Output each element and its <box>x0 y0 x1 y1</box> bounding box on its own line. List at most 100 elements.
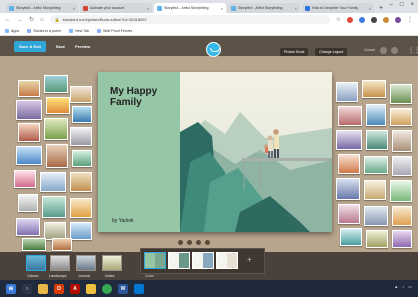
close-tab-icon[interactable]: × <box>221 6 223 11</box>
reload-icon[interactable]: ↻ <box>29 16 34 23</box>
cover-illustration[interactable] <box>180 72 332 232</box>
art-thumbnail[interactable] <box>364 156 388 174</box>
layout-landscape[interactable] <box>50 255 70 271</box>
art-thumbnail[interactable] <box>70 198 92 218</box>
start-icon[interactable]: ⊞ <box>6 283 16 294</box>
art-thumbnail[interactable] <box>390 84 412 104</box>
layout-journal[interactable] <box>76 255 96 271</box>
chrome-icon[interactable] <box>102 283 112 294</box>
close-tab-icon[interactable]: × <box>73 6 75 11</box>
browser-tab-5[interactable]: How to Describe Your Family × <box>302 3 374 13</box>
art-thumbnail[interactable] <box>16 218 40 236</box>
layout-notes[interactable] <box>102 255 122 271</box>
art-thumbnail[interactable] <box>390 180 412 202</box>
art-thumbnail[interactable] <box>14 170 36 188</box>
notifications-icon[interactable]: ▭ <box>408 284 412 289</box>
layout-classic[interactable] <box>26 255 46 271</box>
maximize-icon[interactable]: □ <box>400 2 404 8</box>
art-thumbnail[interactable] <box>70 127 92 146</box>
art-thumbnail[interactable] <box>46 144 68 168</box>
art-thumbnail[interactable] <box>18 123 40 142</box>
art-thumbnail[interactable] <box>40 172 66 192</box>
art-thumbnail[interactable] <box>340 228 362 246</box>
bookmark-star-icon[interactable]: ☆ <box>336 16 341 23</box>
page-thumbnail[interactable] <box>216 252 238 269</box>
grid-view-icon[interactable]: ⋮⋮ <box>408 47 418 54</box>
save-button[interactable]: Save <box>56 44 65 49</box>
extension-icon[interactable] <box>371 16 377 23</box>
files-icon[interactable] <box>86 283 96 294</box>
close-window-icon[interactable]: × <box>410 2 414 8</box>
close-tab-icon[interactable]: × <box>369 6 371 11</box>
close-tab-icon[interactable]: × <box>295 6 297 11</box>
pager-dot[interactable] <box>178 240 183 245</box>
storybird-logo-icon[interactable] <box>206 42 221 57</box>
change-layout-button[interactable]: Change Layout <box>315 48 348 56</box>
art-thumbnail[interactable] <box>44 75 68 93</box>
art-thumbnail[interactable] <box>392 156 412 176</box>
art-thumbnail[interactable] <box>338 106 362 126</box>
extension-icon[interactable] <box>383 16 389 23</box>
undo-icon[interactable] <box>380 47 387 54</box>
volume-icon[interactable]: ♪ <box>402 284 404 289</box>
art-thumbnail[interactable] <box>336 178 360 200</box>
search-icon[interactable]: ○ <box>22 283 32 294</box>
extension-icon[interactable] <box>359 16 365 23</box>
url-field[interactable]: 🔒 storybird.com/pictureBook-editor/?id=3… <box>49 15 330 24</box>
art-thumbnail[interactable] <box>392 130 412 152</box>
minimize-icon[interactable]: – <box>390 2 393 8</box>
word-icon[interactable]: W <box>118 283 128 294</box>
pager-dot[interactable] <box>205 240 210 245</box>
forward-icon[interactable]: → <box>17 17 23 23</box>
art-thumbnail[interactable] <box>364 180 386 200</box>
art-thumbnail[interactable] <box>46 97 70 114</box>
art-thumbnail[interactable] <box>338 154 360 174</box>
art-thumbnail[interactable] <box>16 100 42 120</box>
art-thumbnail[interactable] <box>72 150 92 167</box>
art-thumbnail[interactable] <box>52 238 72 251</box>
book-cover[interactable]: My Happy Family by Yaniok <box>98 72 332 232</box>
file-explorer-icon[interactable] <box>38 283 48 294</box>
art-thumbnail[interactable] <box>338 204 360 224</box>
art-thumbnail[interactable] <box>44 118 68 140</box>
browser-tab-3[interactable]: Storybird - Artful Storytelling × <box>154 3 226 13</box>
book-author[interactable]: by Yaniok <box>112 218 134 224</box>
book-title[interactable]: My Happy Family <box>110 86 176 108</box>
art-thumbnail[interactable] <box>70 222 92 240</box>
acrobat-icon[interactable]: A <box>70 283 80 294</box>
page-thumbnail[interactable] <box>192 252 214 269</box>
art-thumbnail[interactable] <box>366 230 388 248</box>
pager-dot[interactable] <box>196 240 201 245</box>
extension-icon[interactable] <box>347 16 353 23</box>
art-thumbnail[interactable] <box>392 206 412 226</box>
cover-title-panel[interactable]: My Happy Family by Yaniok <box>98 72 180 232</box>
art-thumbnail[interactable] <box>16 146 42 165</box>
pager-dot[interactable] <box>187 240 192 245</box>
back-icon[interactable]: ← <box>5 17 11 23</box>
art-thumbnail[interactable] <box>364 206 388 226</box>
add-page-button[interactable]: + <box>247 255 252 264</box>
office-icon[interactable]: O <box>54 283 64 294</box>
art-thumbnail[interactable] <box>362 80 386 98</box>
picture-book-button[interactable]: Picture Book <box>280 48 309 56</box>
art-thumbnail[interactable] <box>42 196 66 218</box>
art-thumbnail[interactable] <box>70 172 92 192</box>
redo-icon[interactable] <box>391 47 398 54</box>
art-thumbnail[interactable] <box>392 230 412 248</box>
page-thumbnail[interactable] <box>168 252 190 269</box>
art-thumbnail[interactable] <box>18 194 38 212</box>
art-thumbnail[interactable] <box>390 108 412 126</box>
art-thumbnail[interactable] <box>22 238 46 251</box>
network-icon[interactable]: ▲ <box>394 284 398 289</box>
art-thumbnail[interactable] <box>72 106 92 123</box>
close-tab-icon[interactable]: × <box>147 6 149 11</box>
art-thumbnail[interactable] <box>70 86 92 103</box>
cancel-button[interactable]: Cancel <box>364 48 375 52</box>
save-exit-button[interactable]: Save & Exit <box>14 40 46 52</box>
art-thumbnail[interactable] <box>18 80 40 97</box>
bookmark-item[interactable]: Stories in a poem <box>27 28 61 33</box>
photos-icon[interactable] <box>134 283 144 294</box>
art-thumbnail[interactable] <box>336 130 362 150</box>
art-thumbnail[interactable] <box>366 104 386 126</box>
page-thumbnail-cover[interactable] <box>144 252 166 269</box>
